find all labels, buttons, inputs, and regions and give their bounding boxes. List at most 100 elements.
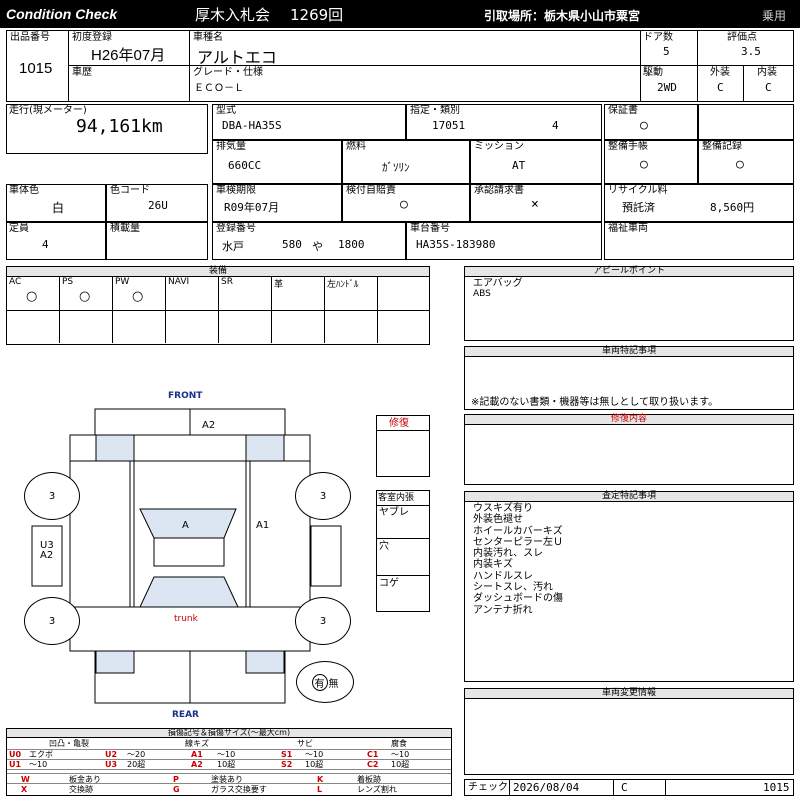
equipment-label: SR bbox=[221, 277, 233, 287]
legend-cell: エクボ bbox=[29, 750, 53, 759]
assessment-line: 外装色褪せ bbox=[473, 514, 523, 526]
appeal-line2: ABS bbox=[473, 289, 491, 299]
legend-cell: ～20 bbox=[127, 750, 146, 759]
legend-cell: ～10 bbox=[217, 750, 236, 759]
tire-front-right: 3 bbox=[295, 472, 351, 520]
insurance-label: 検付自賠責 bbox=[346, 185, 396, 196]
recycle-value: 8,560円 bbox=[710, 201, 755, 214]
mileage-value: 94,161km bbox=[76, 116, 163, 137]
equipment-mark: ○ bbox=[26, 289, 38, 304]
equipment-label: PS bbox=[62, 277, 74, 287]
equipment-label: PW bbox=[115, 277, 130, 287]
legend-title: 損傷記号＆損傷サイズ(～最大cm) bbox=[6, 728, 452, 738]
legend-group: 腐食 bbox=[391, 739, 407, 748]
legend-rule bbox=[7, 759, 451, 760]
legend-rule bbox=[7, 749, 451, 750]
interior-box: 客室内張 ヤブレ 穴 コゲ bbox=[376, 490, 430, 612]
record-label: 整備記録 bbox=[702, 141, 742, 152]
fuel-label: 燃料 bbox=[346, 141, 366, 152]
inspection-value: R09年07月 bbox=[224, 201, 280, 214]
equipment-mark: ○ bbox=[132, 289, 144, 304]
equipment-item: NAVI bbox=[166, 277, 219, 343]
change-title: 車両変更情報 bbox=[464, 688, 794, 699]
drive-value: 2WD bbox=[657, 81, 677, 94]
legend-cell: A2 bbox=[191, 760, 203, 769]
tire-rear-left: 3 bbox=[24, 597, 80, 645]
specs-block: 走行(現メーター) 94,161km 型式 DBA-HA35S 指定・類別 17… bbox=[6, 104, 794, 260]
approval-value: × bbox=[531, 197, 539, 212]
capacity-value: 4 bbox=[42, 238, 49, 251]
chassis-value: HA35S-183980 bbox=[416, 238, 496, 251]
model-value: アルトエコ bbox=[197, 50, 277, 67]
legend-cell: 交換跡 bbox=[69, 785, 93, 794]
repair-side-title: 修復 bbox=[389, 418, 409, 429]
first-reg-value: H26年07月 bbox=[91, 47, 166, 64]
legend-cell: ～10 bbox=[391, 750, 410, 759]
legend-cell: 20超 bbox=[127, 760, 146, 769]
equipment-label: NAVI bbox=[168, 277, 190, 287]
record-value: ○ bbox=[736, 157, 744, 172]
chassis-label: 車台番号 bbox=[410, 223, 450, 234]
assessment-line: ホイールカバーキズ bbox=[473, 525, 563, 537]
class-value: 4 bbox=[552, 119, 559, 132]
equipment-label: 革 bbox=[274, 280, 284, 290]
repair-box bbox=[464, 425, 794, 485]
repair-side-box: 修復 bbox=[376, 415, 430, 477]
special-note: ※記載のない書類・機器等は無しとして取り扱います。 bbox=[471, 397, 719, 408]
score-label: 評価点 bbox=[727, 32, 757, 43]
plate-serial: 1800 bbox=[338, 238, 365, 251]
designation-label: 指定・類別 bbox=[410, 105, 460, 116]
special-title: 車両特記事項 bbox=[464, 346, 794, 357]
equipment-item: 左ﾊﾝﾄﾞﾙ bbox=[325, 277, 378, 343]
legend-rule bbox=[7, 773, 451, 774]
legend-cell: C2 bbox=[367, 760, 379, 769]
check-grade: C bbox=[621, 781, 628, 794]
assessment-line: 内装キズ bbox=[473, 559, 513, 571]
check-lot: 1015 bbox=[763, 781, 790, 794]
plate-area: 水戸 bbox=[222, 240, 244, 253]
colorcode-label: 色コード bbox=[110, 185, 150, 196]
score-value: 3.5 bbox=[741, 45, 761, 58]
plate-num: 580 bbox=[282, 238, 302, 251]
assessment-line: シートスレ、汚れ bbox=[473, 582, 553, 594]
left-side-mark-2: A2 bbox=[40, 550, 54, 561]
legend-cell: U0 bbox=[9, 750, 22, 759]
type-value: DBA-HA35S bbox=[222, 119, 282, 132]
legend-cell: X bbox=[21, 785, 28, 794]
ext-value: C bbox=[717, 81, 724, 94]
tire-fr-value: 3 bbox=[319, 490, 327, 502]
legend-group: 線キズ bbox=[185, 739, 209, 748]
legend-cell: ガラス交換要す bbox=[211, 785, 267, 794]
first-reg-label: 初度登録 bbox=[72, 32, 112, 43]
hood-mark: A bbox=[182, 520, 189, 531]
trunk-label: trunk bbox=[174, 614, 198, 624]
assessment-line: センターピラー左Ｕ bbox=[473, 536, 563, 548]
legend-group: サビ bbox=[297, 739, 313, 748]
change-box bbox=[464, 699, 794, 775]
grade-label: グレード・仕様 bbox=[193, 67, 263, 78]
legend-rule bbox=[7, 783, 451, 784]
history-label: 車歴 bbox=[72, 67, 92, 78]
legend-cell: U1 bbox=[9, 760, 22, 769]
type-label: 型式 bbox=[216, 105, 236, 116]
int-value: C bbox=[765, 81, 772, 94]
doors-label: ドア数 bbox=[643, 32, 673, 43]
auction-session: 1269回 bbox=[290, 6, 344, 24]
equipment-item: PS ○ bbox=[60, 277, 113, 343]
manual-value: ○ bbox=[640, 157, 648, 172]
equipment-item: 革 bbox=[272, 277, 325, 343]
equipment-title: 装備 bbox=[6, 266, 430, 277]
tire-front-left: 3 bbox=[24, 472, 80, 520]
drive-label: 駆動 bbox=[643, 67, 663, 78]
assessment-line: アンテナ折れ bbox=[473, 604, 533, 616]
assessment-line: ハンドルスレ bbox=[473, 570, 533, 582]
legend-cell: レンズ割れ bbox=[357, 785, 397, 794]
color-value: 白 bbox=[52, 201, 65, 215]
assessment-line: ウスキズ有り bbox=[473, 503, 533, 514]
legend-cell: 10超 bbox=[305, 760, 324, 769]
legend-cell: A1 bbox=[191, 750, 203, 759]
legend-group: 凹凸・亀裂 bbox=[49, 739, 89, 748]
colorcode-value: 26U bbox=[148, 199, 168, 212]
recycle-label: リサイクル料 bbox=[608, 185, 668, 196]
check-row: チェック 2026/08/04 C 1015 bbox=[464, 779, 794, 796]
